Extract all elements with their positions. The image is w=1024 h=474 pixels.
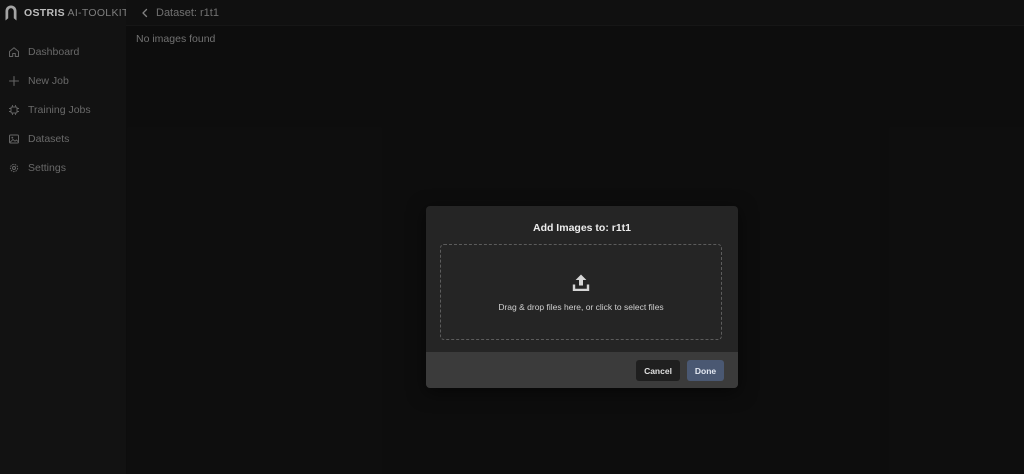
modal-title: Add Images to: r1t1 [532, 222, 632, 234]
add-images-modal: Add Images to: r1t1 Drag & drop files he… [426, 206, 738, 388]
file-dropzone[interactable]: Drag & drop files here, or click to sele… [440, 244, 722, 340]
app-root: OSTRIS AI-TOOLKIT Dashboard New Job Trai… [0, 0, 1024, 474]
done-button[interactable]: Done [687, 360, 724, 381]
modal-footer: Cancel Done [426, 352, 738, 388]
cancel-button[interactable]: Cancel [636, 360, 680, 381]
dropzone-instructions: Drag & drop files here, or click to sele… [498, 302, 664, 312]
upload-icon [572, 274, 590, 291]
